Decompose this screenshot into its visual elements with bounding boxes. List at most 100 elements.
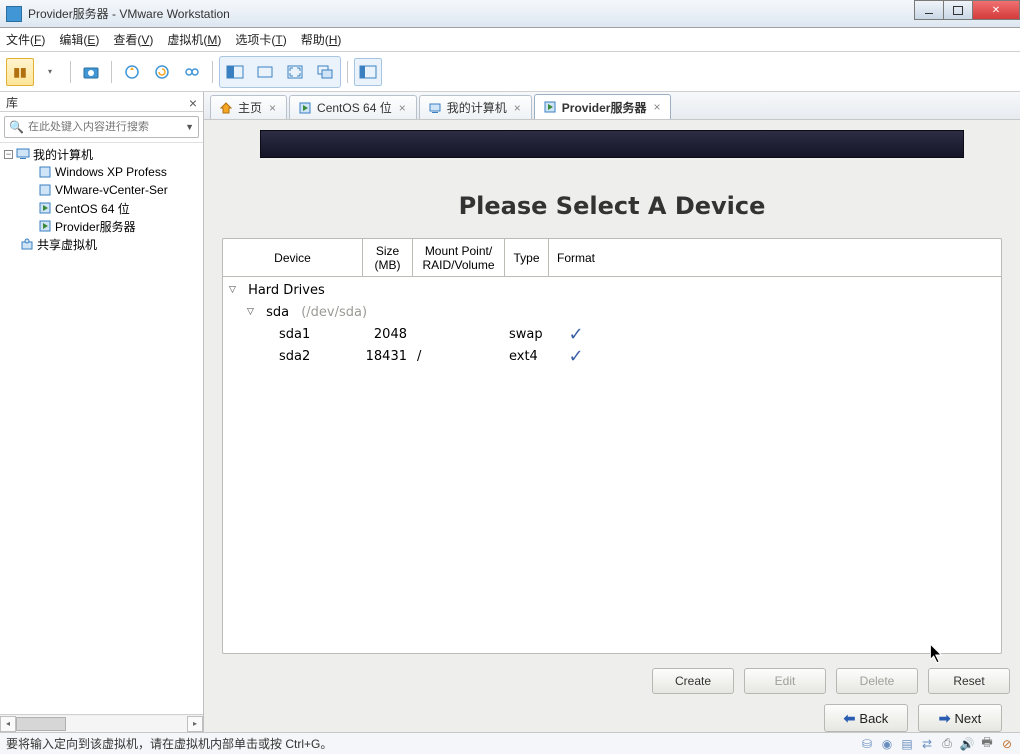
device-columns: Device Size(MB) Mount Point/RAID/Volume … <box>223 239 1001 277</box>
message-icon[interactable]: ⊘ <box>1000 737 1014 751</box>
tab-close-icon[interactable]: × <box>512 101 523 115</box>
vm-console[interactable]: Please Select A Device Device Size(MB) M… <box>204 120 1020 732</box>
pause-button[interactable]: ▮▮ <box>6 58 34 86</box>
search-icon: 🔍 <box>9 120 24 134</box>
back-button[interactable]: ⬅Back <box>824 704 908 732</box>
view-console-icon[interactable] <box>221 58 249 86</box>
col-device[interactable]: Device <box>223 239 363 276</box>
col-size[interactable]: Size(MB) <box>363 239 413 276</box>
tab-close-icon[interactable]: × <box>397 101 408 115</box>
col-mount[interactable]: Mount Point/RAID/Volume <box>413 239 505 276</box>
search-box[interactable]: 🔍 ▼ <box>4 116 199 138</box>
device-tree[interactable]: ▽ Hard Drives ▽ sda (/dev/sda) sda1 2048… <box>223 277 1001 653</box>
triangle-down-icon[interactable]: ▽ <box>247 307 254 317</box>
tree-item-vcenter[interactable]: VMware-vCenter-Ser <box>0 181 203 199</box>
create-button[interactable]: Create <box>652 668 734 694</box>
view-single-icon[interactable] <box>251 58 279 86</box>
vm-running-icon <box>298 101 312 115</box>
device-buttons: Create Edit Delete Reset <box>204 662 1020 700</box>
disk-icon[interactable]: ⛁ <box>860 737 874 751</box>
vm-icon <box>38 183 52 197</box>
scroll-left-icon[interactable]: ◂ <box>0 716 16 732</box>
delete-button[interactable]: Delete <box>836 668 918 694</box>
home-icon <box>219 101 233 115</box>
menu-help[interactable]: 帮助(H) <box>301 31 342 48</box>
device-panel: Device Size(MB) Mount Point/RAID/Volume … <box>222 238 1002 654</box>
tab-mycomputer[interactable]: 我的计算机 × <box>419 95 532 119</box>
window-title: Provider服务器 - VMware Workstation <box>28 5 230 22</box>
tree-item-provider[interactable]: Provider服务器 <box>0 217 203 235</box>
tab-provider[interactable]: Provider服务器 × <box>534 94 672 119</box>
nav-buttons: ⬅Back ➡Next <box>204 700 1020 732</box>
computer-icon <box>428 101 442 115</box>
tabbar: 主页 × CentOS 64 位 × 我的计算机 × Provider服务器 × <box>204 92 1020 120</box>
titlebar: Provider服务器 - VMware Workstation ✕ <box>0 0 1020 28</box>
snapshot-take-icon[interactable] <box>118 58 146 86</box>
col-format[interactable]: Format <box>549 239 603 276</box>
sidebar-title: 库 <box>6 94 18 111</box>
scroll-thumb[interactable] <box>16 717 66 731</box>
sound-icon[interactable]: 🔊 <box>960 737 974 751</box>
close-button[interactable]: ✕ <box>972 0 1020 20</box>
page-title: Please Select A Device <box>204 158 1020 230</box>
statusbar: 要将输入定向到该虚拟机，请在虚拟机内部单击或按 Ctrl+G。 ⛁ ◉ ▤ ⇄ … <box>0 732 1020 754</box>
tree-root-mycomputer[interactable]: − 我的计算机 <box>0 145 203 163</box>
installer-header-band <box>260 130 964 158</box>
snapshot-revert-icon[interactable] <box>148 58 176 86</box>
cd-icon[interactable]: ◉ <box>880 737 894 751</box>
tab-home[interactable]: 主页 × <box>210 95 287 119</box>
status-text: 要将输入定向到该虚拟机，请在虚拟机内部单击或按 Ctrl+G。 <box>6 735 332 752</box>
tab-close-icon[interactable]: × <box>267 101 278 115</box>
sidebar-hscrollbar[interactable]: ◂ ▸ <box>0 714 203 732</box>
search-dropdown-icon[interactable]: ▼ <box>185 122 194 132</box>
vm-icon <box>38 165 52 179</box>
reset-button[interactable]: Reset <box>928 668 1010 694</box>
menu-edit[interactable]: 编辑(E) <box>59 31 99 48</box>
menu-view[interactable]: 查看(V) <box>113 31 153 48</box>
vm-running-icon <box>38 201 52 215</box>
menu-file[interactable]: 文件(F) <box>6 31 45 48</box>
sidebar-header: 库 × <box>0 92 203 112</box>
edit-button[interactable]: Edit <box>744 668 826 694</box>
printer-icon[interactable]: 🖶 <box>980 737 994 751</box>
menu-vm[interactable]: 虚拟机(M) <box>167 31 221 48</box>
partition-row[interactable]: sda1 2048 swap ✓ <box>223 323 1001 345</box>
menu-tabs[interactable]: 选项卡(T) <box>235 31 286 48</box>
maximize-button[interactable] <box>943 0 973 20</box>
triangle-down-icon[interactable]: ▽ <box>229 285 236 295</box>
dropdown-icon[interactable]: ▾ <box>36 58 64 86</box>
collapse-icon[interactable]: − <box>4 150 13 159</box>
view-mode-group <box>219 56 341 88</box>
checkmark-icon: ✓ <box>549 346 603 367</box>
status-icons: ⛁ ◉ ▤ ⇄ ⎙ 🔊 🖶 ⊘ <box>860 737 1014 751</box>
next-button[interactable]: ➡Next <box>918 704 1002 732</box>
floppy-icon[interactable]: ▤ <box>900 737 914 751</box>
tree-root-label: 我的计算机 <box>33 146 93 163</box>
app-icon <box>6 6 22 22</box>
arrow-left-icon: ⬅ <box>844 710 856 727</box>
view-unity-icon[interactable] <box>311 58 339 86</box>
col-type[interactable]: Type <box>505 239 549 276</box>
search-input[interactable] <box>28 121 181 133</box>
tab-centos[interactable]: CentOS 64 位 × <box>289 95 417 119</box>
shared-icon <box>20 237 34 251</box>
minimize-button[interactable] <box>914 0 944 20</box>
tree-item-winxp[interactable]: Windows XP Profess <box>0 163 203 181</box>
vm-running-icon <box>38 219 52 233</box>
tab-close-icon[interactable]: × <box>651 100 662 114</box>
computer-icon <box>16 147 30 161</box>
disk-sda[interactable]: ▽ sda (/dev/sda) <box>223 301 1001 323</box>
tree-shared[interactable]: 共享虚拟机 <box>0 235 203 253</box>
network-icon[interactable]: ⇄ <box>920 737 934 751</box>
usb-icon[interactable]: ⎙ <box>940 737 954 751</box>
partition-row[interactable]: sda2 18431 / ext4 ✓ <box>223 345 1001 367</box>
tree-item-centos[interactable]: CentOS 64 位 <box>0 199 203 217</box>
library-tree: − 我的计算机 Windows XP Profess VMware-vCente… <box>0 143 203 714</box>
snapshot-manage-icon[interactable] <box>178 58 206 86</box>
sidebar-close-icon[interactable]: × <box>189 96 197 110</box>
thumbnail-icon[interactable] <box>354 58 382 86</box>
group-harddrives[interactable]: ▽ Hard Drives <box>223 279 1001 301</box>
scroll-right-icon[interactable]: ▸ <box>187 716 203 732</box>
view-fullscreen-icon[interactable] <box>281 58 309 86</box>
snapshot-button[interactable] <box>77 58 105 86</box>
